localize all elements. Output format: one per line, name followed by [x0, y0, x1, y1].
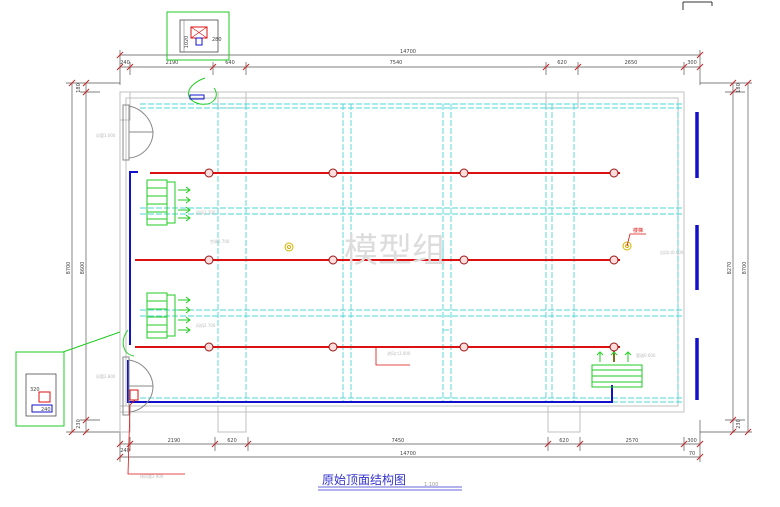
- right-bottom-dim: 230: [736, 419, 742, 429]
- callout-6: 进风口3.000: [387, 350, 411, 356]
- air-handler-unit-2: [146, 292, 191, 339]
- top-total-dim: 14700: [400, 49, 416, 55]
- callout-5: 出风口0.600: [660, 249, 684, 255]
- top-dim-1: 240: [120, 60, 130, 66]
- left-inner-dim: 8600: [80, 262, 86, 275]
- callout-8: 管道0.600: [636, 352, 656, 358]
- bottom-dim-4: 7450: [392, 438, 405, 444]
- callout-4: 风管2.800: [96, 373, 116, 379]
- corner-mark: [682, 1, 713, 10]
- drawing-title: 原始顶面结构图: [322, 472, 406, 487]
- bottom-dim-5: 620: [559, 438, 569, 444]
- ceiling-plan-drawing: 14700 240 2190 640 7540 620 2650 300 240…: [15, 1, 752, 491]
- bottom-dim-2: 2190: [168, 438, 181, 444]
- top-dim-3: 640: [225, 60, 235, 66]
- top-dim-7: 300: [687, 60, 697, 66]
- right-top-dim: 180: [736, 83, 742, 93]
- callout-2: 空调2.700: [210, 238, 230, 244]
- inset-top-dim-1: 1020: [184, 36, 190, 49]
- inset-top-dim-2: 280: [212, 37, 222, 43]
- drawing-scale: 1:100: [424, 482, 438, 488]
- blue-pipes: [127, 171, 613, 403]
- left-top-dim: 180: [76, 83, 82, 93]
- top-dim-4: 7540: [390, 60, 403, 66]
- top-dimension-lines: [119, 50, 701, 85]
- bottom-right-dim-a: 70: [689, 451, 695, 457]
- left-outer-dim: 8700: [66, 262, 72, 275]
- stair-label: 楼梯: [633, 227, 643, 234]
- green-connectors: [122, 77, 217, 357]
- door-upper-left: [122, 104, 154, 161]
- callout-1: 风管3.000: [96, 132, 116, 138]
- right-dimension-lines: [700, 82, 752, 433]
- bottom-dim-3: 620: [227, 438, 237, 444]
- right-inner-dim: 8270: [727, 262, 733, 275]
- fan-coil-unit: [591, 351, 643, 388]
- air-handler-unit-1: [146, 179, 191, 226]
- inset-bottom-dim-1: 320: [30, 387, 40, 393]
- bottom-dim-7: 300: [687, 438, 697, 444]
- top-detail-inset: [166, 11, 230, 61]
- title-block: [318, 486, 462, 491]
- right-outer-dim: 8700: [742, 262, 748, 275]
- callout-9: 排风管2.900: [140, 473, 164, 479]
- top-dim-6: 2650: [625, 60, 638, 66]
- cad-drawing-canvas: 14700 240 2190 640 7540 620 2650 300 240…: [0, 0, 780, 503]
- left-bottom-dim: 230: [76, 419, 82, 429]
- callout-7: 回风2.700: [196, 210, 216, 215]
- ceiling-lights: [284, 241, 632, 252]
- top-dim-2: 2190: [166, 60, 179, 66]
- inset-bottom-dim-2: 240: [41, 407, 51, 413]
- watermark: 模型组: [344, 231, 446, 271]
- top-dim-5: 620: [557, 60, 567, 66]
- bottom-dim-6: 2570: [626, 438, 639, 444]
- callout-3: 风机2.700: [196, 322, 216, 328]
- bottom-total-dim: 14700: [400, 451, 416, 457]
- bottom-detail-inset: [15, 331, 121, 427]
